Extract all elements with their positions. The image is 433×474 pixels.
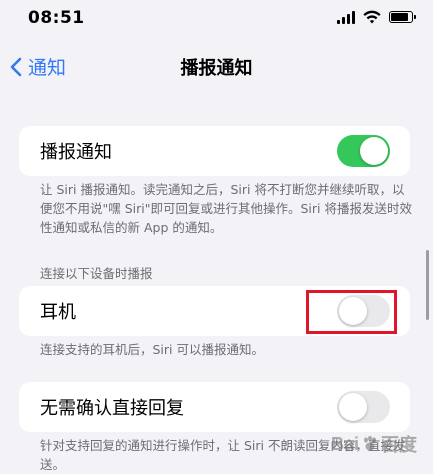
announce-notifications-footnote: 让 Siri 播报通知。读完通知之后，Siri 将不打断您并继续听取，以便您不用… — [40, 182, 412, 235]
status-time: 08:51 — [28, 8, 85, 28]
navigation-bar: 通知 播报通知 — [0, 44, 433, 88]
reply-without-confirmation-card: 无需确认直接回复 — [19, 382, 410, 432]
page-title: 播报通知 — [180, 58, 253, 79]
toggle-knob — [360, 137, 388, 165]
headphones-label: 耳机 — [40, 302, 76, 323]
reply-without-confirmation-toggle[interactable] — [337, 391, 390, 423]
toggle-knob — [339, 393, 367, 421]
reply-without-confirmation-row: 无需确认直接回复 — [19, 382, 410, 432]
scroll-indicator — [426, 250, 429, 320]
status-icons — [337, 10, 416, 24]
paw-icon — [364, 435, 376, 451]
headphones-footnote: 连接支持的耳机后，Siri 可以播报通知。 — [40, 342, 264, 357]
reply-without-confirmation-label: 无需确认直接回复 — [40, 398, 184, 419]
headphones-row: 耳机 — [19, 286, 410, 336]
cellular-signal-icon — [337, 10, 355, 24]
announce-notifications-row: 播报通知 — [19, 126, 410, 176]
watermark-text-left: Bai — [330, 433, 359, 454]
announce-notifications-toggle[interactable] — [337, 135, 390, 167]
headphones-card: 耳机 — [19, 286, 410, 336]
wifi-icon — [363, 10, 381, 24]
watermark-text-right: 百度 — [381, 435, 417, 455]
status-bar: 08:51 — [0, 0, 433, 40]
baidu-watermark: Bai 百度 — [331, 431, 417, 457]
battery-icon — [389, 11, 416, 23]
announce-notifications-card: 播报通知 — [19, 126, 410, 176]
headphones-toggle[interactable] — [337, 295, 390, 327]
announce-notifications-label: 播报通知 — [40, 142, 112, 163]
toggle-knob — [339, 297, 367, 325]
devices-section-header: 连接以下设备时播报 — [40, 266, 153, 281]
